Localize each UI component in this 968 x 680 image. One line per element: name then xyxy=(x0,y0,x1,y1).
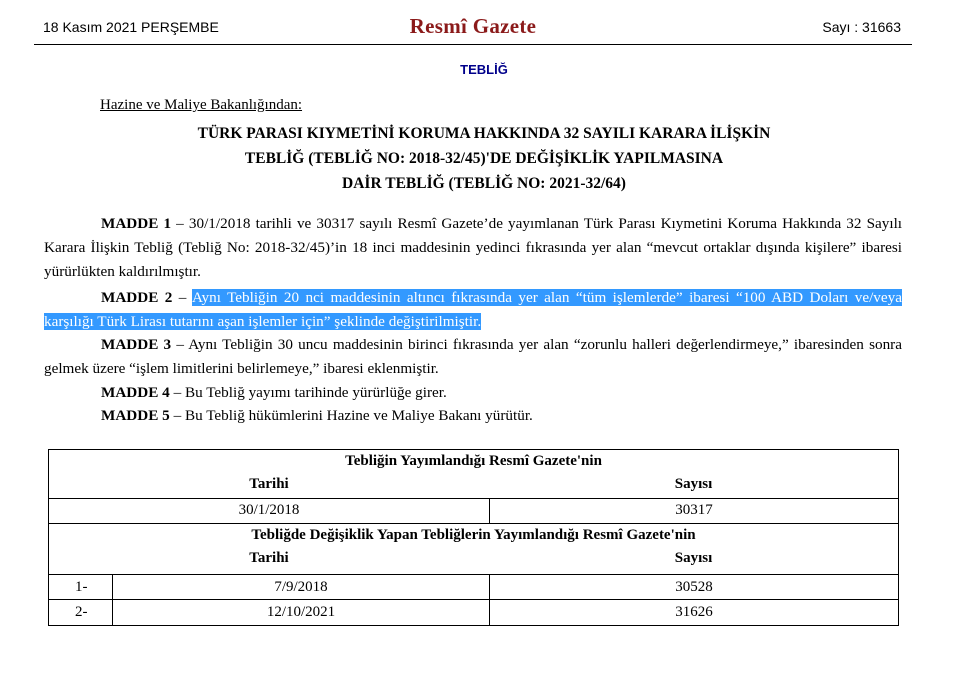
gazette-header: 18 Kasım 2021 PERŞEMBE Resmî Gazete Sayı… xyxy=(34,8,912,45)
column-header-number: Sayısı xyxy=(674,550,713,566)
article-separator: – xyxy=(171,215,189,232)
original-date: 30/1/2018 xyxy=(238,502,300,518)
document-title-line-2: TEBLİĞ (TEBLİĞ NO: 2018-32/45)'DE DEĞİŞİ… xyxy=(244,150,724,167)
column-header-date: Tarihi xyxy=(249,476,289,492)
table-row: 2- 12/10/2021 31626 xyxy=(49,599,898,625)
article-text: Bu Tebliğ hükümlerini Hazine ve Maliye B… xyxy=(184,407,533,424)
row-index: 2- xyxy=(75,604,88,620)
article-label: MADDE 4 xyxy=(101,384,170,401)
gazette-title: Resmî Gazete xyxy=(409,14,537,38)
original-number: 30317 xyxy=(675,502,713,518)
amendment-date: 7/9/2018 xyxy=(274,579,328,595)
article-1: MADDE 1 – 30/1/2018 tarihli ve 30317 say… xyxy=(44,212,902,284)
table-row: 1- 7/9/2018 30528 xyxy=(49,574,898,599)
article-label: MADDE 3 xyxy=(101,336,172,353)
amendment-number: 30528 xyxy=(675,579,713,595)
document-title-line-3: DAİR TEBLİĞ (TEBLİĞ NO: 2021-32/64) xyxy=(342,175,626,192)
article-label: MADDE 5 xyxy=(101,407,170,424)
article-4: MADDE 4 – Bu Tebliğ yayımı tarihinde yür… xyxy=(44,381,902,405)
amendment-number: 31626 xyxy=(675,604,713,620)
amendment-date: 12/10/2021 xyxy=(266,604,336,620)
publication-table: Tebliğin Yayımlandığı Resmî Gazete'nin T… xyxy=(48,449,899,626)
table-heading: Tebliğin Yayımlandığı Resmî Gazete'nin xyxy=(345,453,602,469)
column-header-date: Tarihi xyxy=(249,550,289,566)
article-3: MADDE 3 – Aynı Tebliğin 30 uncu maddesin… xyxy=(44,333,902,381)
issue-number: Sayı : 31663 xyxy=(822,19,901,35)
table-subheading: Tebliğde Değişiklik Yapan Tebliğlerin Ya… xyxy=(251,527,696,543)
article-separator: – xyxy=(169,384,185,401)
column-header-number: Sayısı xyxy=(674,476,713,492)
article-label: MADDE 1 xyxy=(101,215,172,232)
article-5: MADDE 5 – Bu Tebliğ hükümlerini Hazine v… xyxy=(44,404,902,428)
article-label: MADDE 2 xyxy=(101,289,173,306)
gazette-page: 18 Kasım 2021 PERŞEMBE Resmî Gazete Sayı… xyxy=(0,0,968,680)
table-subheader-row: Tebliğde Değişiklik Yapan Tebliğlerin Ya… xyxy=(49,523,898,574)
ministry-name: Hazine ve Maliye Bakanlığından: xyxy=(100,97,303,113)
row-index: 1- xyxy=(75,579,88,595)
table-header-row: Tebliğin Yayımlandığı Resmî Gazete'nin T… xyxy=(49,450,898,498)
table-row: 30/1/2018 30317 xyxy=(49,498,898,523)
article-separator: – xyxy=(172,289,192,306)
article-text: Bu Tebliğ yayımı tarihinde yürürlüğe gir… xyxy=(184,384,447,401)
document-title-line-1: TÜRK PARASI KIYMETİNİ KORUMA HAKKINDA 32… xyxy=(197,125,771,142)
article-2: MADDE 2 – Aynı Tebliğin 20 nci maddesini… xyxy=(44,286,902,334)
article-separator: – xyxy=(169,407,185,424)
section-title: TEBLİĞ xyxy=(460,62,508,77)
article-separator: – xyxy=(171,336,189,353)
